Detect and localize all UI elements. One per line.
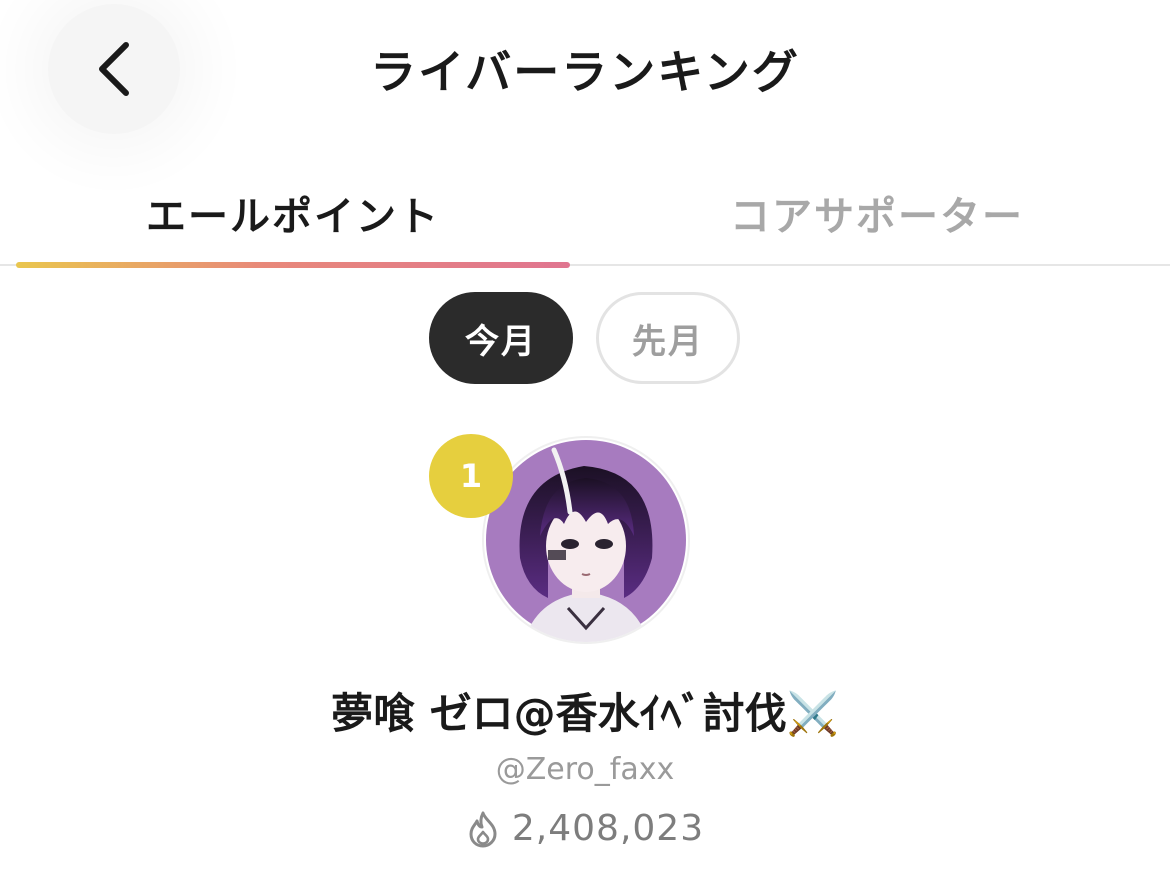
avatar[interactable]	[484, 438, 688, 642]
points-value: 2,408,023	[511, 808, 705, 849]
rank-badge: 1	[429, 434, 513, 518]
liver-ranking-screen: ライバーランキング エールポイント コアサポーター 今月 先月 1 夢喰 ゼロ@…	[0, 0, 1170, 875]
tab-core-supporters[interactable]: コアサポーター	[600, 168, 1154, 258]
ranking-tabs: エールポイント コアサポーター	[0, 168, 1170, 268]
last-month-button[interactable]: 先月	[596, 292, 740, 384]
liver-username: @Zero_faxx	[495, 752, 675, 787]
points-row: 2,408,023	[0, 808, 1170, 849]
tab-yell-points[interactable]: エールポイント	[16, 168, 570, 258]
flame-icon	[466, 810, 500, 848]
active-tab-indicator	[16, 262, 570, 268]
this-month-button[interactable]: 今月	[429, 292, 573, 384]
page-title: ライバーランキング	[370, 45, 800, 99]
liver-display-name[interactable]: 夢喰 ゼロ@香水ｲﾍﾞ討伐⚔️	[0, 680, 1170, 741]
